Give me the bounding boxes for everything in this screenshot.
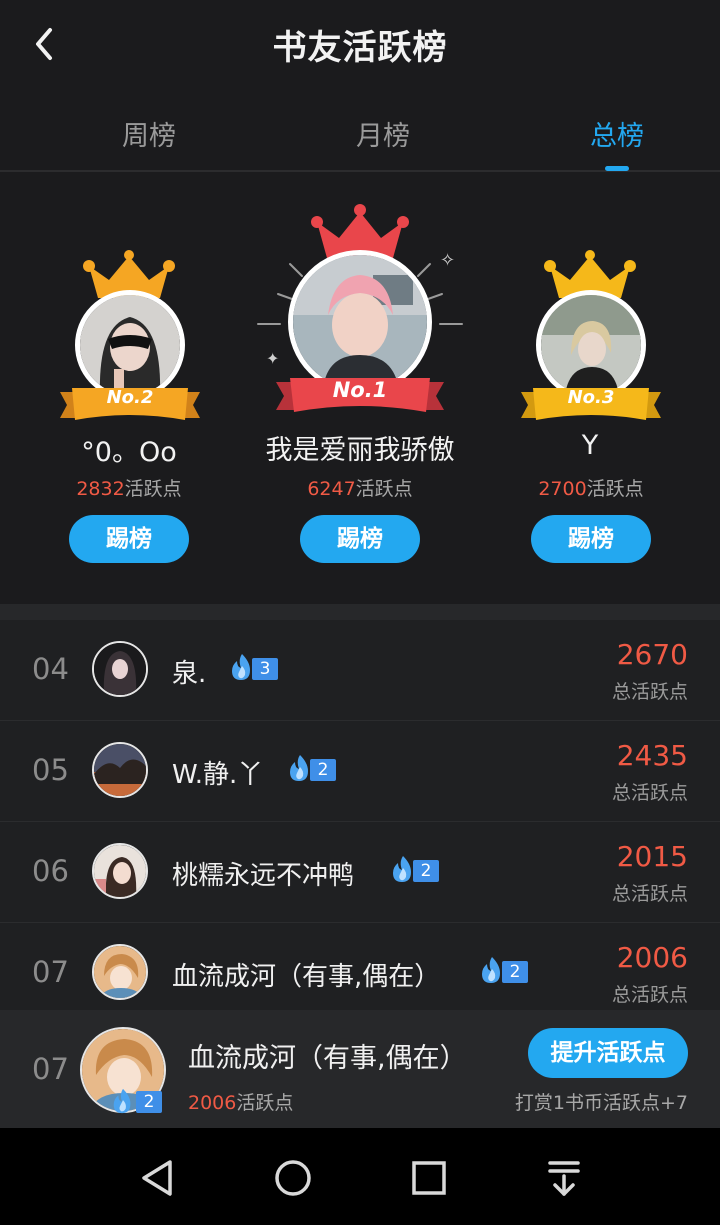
- list-item[interactable]: 06 桃糯永远不冲鸭 2 2015 总活跃点: [0, 822, 720, 923]
- reward-tip: 打赏1书币活跃点+7: [514, 1092, 688, 1114]
- level-value: 2: [502, 961, 528, 983]
- boost-activity-button[interactable]: 提升活跃点: [528, 1028, 688, 1078]
- points-value: 2006: [616, 941, 688, 974]
- points-suffix: 活跃点: [586, 478, 644, 500]
- tab-bar: 周榜 月榜 总榜: [0, 88, 720, 172]
- rank-label-second: No.2: [106, 387, 154, 408]
- list-item[interactable]: 05 W.静.丫 2 2435 总活跃点: [0, 721, 720, 822]
- level-value: 2: [136, 1091, 162, 1113]
- points-value: 2015: [616, 840, 688, 873]
- second-place-points: 2832活跃点: [29, 474, 229, 501]
- second-place-name: °0。Oo: [81, 437, 177, 468]
- section-divider: [0, 604, 720, 620]
- level-badge: 2: [389, 856, 441, 884]
- level-value: 2: [310, 759, 336, 781]
- points-value: 2435: [616, 739, 688, 772]
- level-badge: 2: [110, 1088, 166, 1114]
- flame-icon: [113, 1088, 131, 1114]
- first-place-name: 我是爱丽我骄傲: [265, 435, 455, 466]
- points-label: 总活跃点: [611, 782, 688, 804]
- points-label: 总活跃点: [611, 984, 688, 1006]
- points-value: 2700: [538, 478, 587, 500]
- avatar[interactable]: [92, 944, 148, 1000]
- rank-number: 05: [32, 753, 69, 787]
- my-rank-number: 07: [32, 1052, 69, 1086]
- points-suffix: 活跃点: [236, 1092, 294, 1114]
- avatar[interactable]: [92, 843, 148, 899]
- avatar[interactable]: [92, 641, 148, 697]
- nav-recents-icon[interactable]: [407, 1156, 451, 1200]
- third-place-points: 2700活跃点: [491, 474, 691, 501]
- kick-button-second[interactable]: 踢榜: [69, 515, 189, 563]
- nav-home-icon[interactable]: [271, 1156, 315, 1200]
- nav-back-icon[interactable]: [136, 1156, 180, 1200]
- points-value: 2006: [188, 1092, 237, 1114]
- system-nav-bar: [0, 1128, 720, 1225]
- level-badge: 2: [478, 957, 530, 985]
- points-value: 2832: [76, 478, 125, 500]
- level-badge: 3: [228, 654, 280, 682]
- user-name: 桃糯永远不冲鸭: [172, 861, 355, 891]
- my-ranking-bar: 07 2 血流成河（有事,偶在） 2006活跃点 提升活跃点 打赏1书币活跃点+…: [0, 1010, 720, 1128]
- my-points: 2006活跃点: [188, 1088, 293, 1115]
- level-value: 3: [252, 658, 278, 680]
- rank-number: 04: [32, 652, 69, 686]
- level-badge: 2: [286, 755, 338, 783]
- active-tab-indicator: [605, 166, 629, 171]
- points-value: 6247: [307, 478, 356, 500]
- user-name: 血流成河（有事,偶在）: [172, 962, 441, 992]
- rank-label-first: No.1: [332, 378, 388, 402]
- tab-monthly[interactable]: 月榜: [323, 114, 443, 153]
- page-title: 书友活跃榜: [272, 28, 448, 68]
- header: 书友活跃榜: [0, 0, 720, 88]
- tab-weekly[interactable]: 周榜: [89, 114, 209, 153]
- rank-number: 06: [32, 854, 69, 888]
- user-name: W.静.丫: [172, 760, 264, 790]
- level-value: 2: [413, 860, 439, 882]
- third-place-name: Y: [581, 430, 599, 461]
- list-item[interactable]: 04 泉. 3 2670 总活跃点: [0, 620, 720, 721]
- kick-button-first[interactable]: 踢榜: [300, 515, 420, 563]
- podium: ✧ ✦ No.1 我是爱丽我骄傲 6247活跃点 踢榜 No.2 °0。Oo 2…: [0, 174, 720, 604]
- nav-notification-icon[interactable]: [542, 1156, 586, 1200]
- my-name: 血流成河（有事,偶在）: [188, 1043, 467, 1074]
- avatar[interactable]: [92, 742, 148, 798]
- first-place-points: 6247活跃点: [260, 474, 460, 501]
- svg-text:✧: ✧: [440, 250, 455, 271]
- points-label: 总活跃点: [611, 883, 688, 905]
- points-label: 总活跃点: [611, 681, 688, 703]
- rank-label-third: No.3: [567, 387, 615, 408]
- points-suffix: 活跃点: [124, 478, 182, 500]
- tab-total[interactable]: 总榜: [557, 114, 677, 153]
- kick-button-third[interactable]: 踢榜: [531, 515, 651, 563]
- rank-number: 07: [32, 955, 69, 989]
- points-suffix: 活跃点: [355, 478, 413, 500]
- list-item[interactable]: 07 血流成河（有事,偶在） 2 2006 总活跃点: [0, 923, 720, 1024]
- user-name: 泉.: [172, 659, 207, 689]
- points-value: 2670: [616, 638, 688, 671]
- svg-text:✦: ✦: [266, 349, 279, 364]
